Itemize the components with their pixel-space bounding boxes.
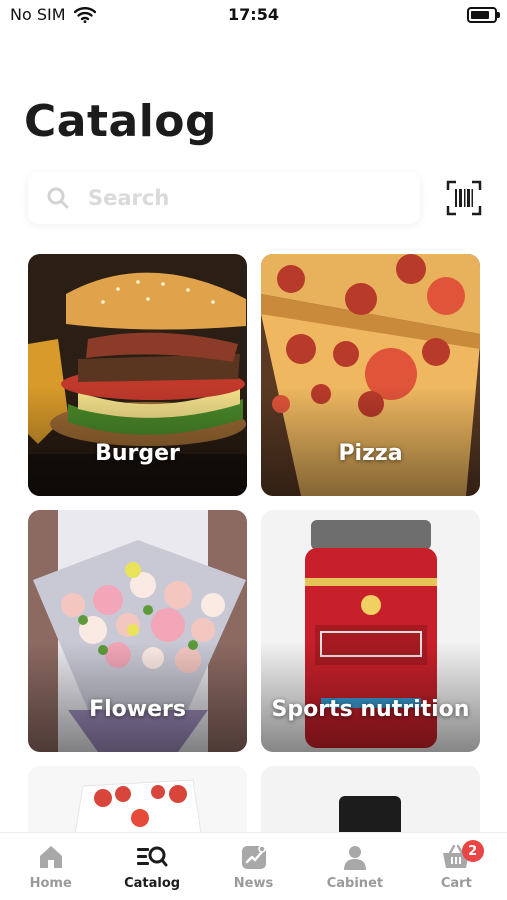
cart-badge: 2 [461,840,484,862]
tab-cabinet[interactable]: Cabinet [304,833,405,900]
home-icon [39,846,62,868]
category-tile-burger[interactable]: Burger [28,254,247,496]
tab-bar: Home Catalog News Cabinet 2 Cart [0,832,507,900]
category-tile-sports-nutrition[interactable]: Sports nutrition [261,510,480,752]
status-bar: No SIM 17:54 [0,0,507,30]
tab-label: Cart [440,876,472,891]
page-title: Catalog [24,96,218,147]
category-label: Burger [95,441,180,466]
barcode-icon [446,180,482,216]
category-label: Flowers [89,697,186,722]
news-chart-icon [241,845,266,869]
search-icon [47,187,69,209]
catalog-search-icon [137,846,168,867]
battery-icon [467,7,500,23]
search-input[interactable] [88,186,388,210]
category-label: Pizza [338,441,403,466]
tab-label: News [233,876,274,891]
person-icon [343,846,366,870]
tab-catalog[interactable]: Catalog [101,833,202,900]
barcode-scan-button[interactable] [444,178,484,218]
category-tile-flowers[interactable]: Flowers [28,510,247,752]
tab-home[interactable]: Home [0,833,101,900]
tab-news[interactable]: News [203,833,304,900]
tab-label: Cabinet [326,876,384,891]
tab-cart[interactable]: 2 Cart [406,833,507,900]
search-bar[interactable] [28,172,420,224]
category-tile-pizza[interactable]: Pizza [261,254,480,496]
tab-label: Home [29,876,72,891]
status-time: 17:54 [228,5,279,24]
tab-label: Catalog [124,876,181,891]
category-label: Sports nutrition [271,697,470,722]
